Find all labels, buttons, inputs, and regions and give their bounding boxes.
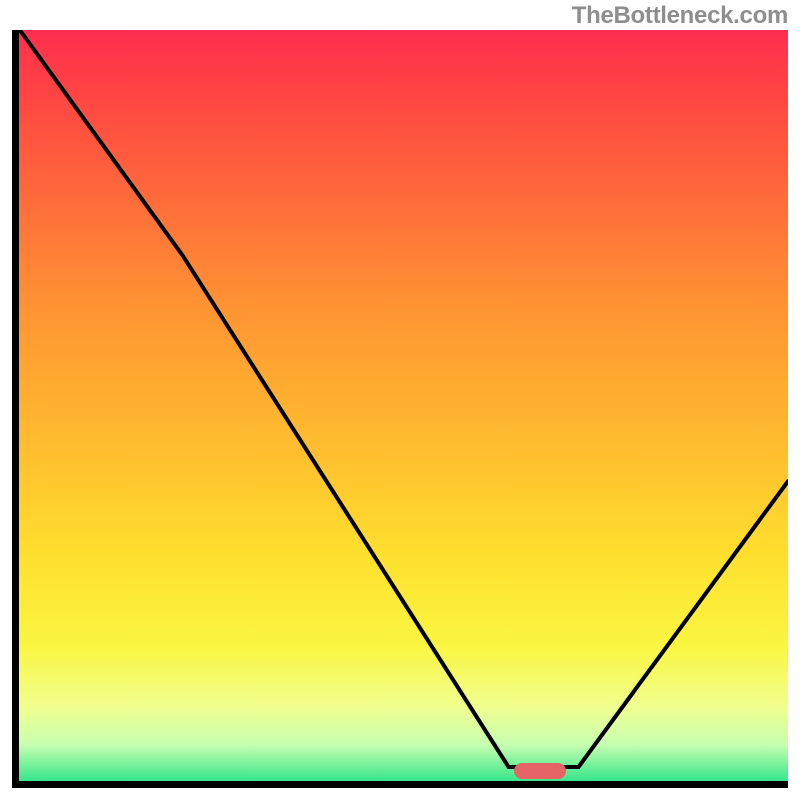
curve-path xyxy=(20,30,788,767)
x-axis xyxy=(12,781,788,788)
chart-container: TheBottleneck.com xyxy=(0,0,800,800)
bottleneck-curve xyxy=(12,30,788,782)
plot-outer xyxy=(12,30,788,788)
watermark-text: TheBottleneck.com xyxy=(572,2,788,30)
optimal-marker xyxy=(514,763,566,779)
